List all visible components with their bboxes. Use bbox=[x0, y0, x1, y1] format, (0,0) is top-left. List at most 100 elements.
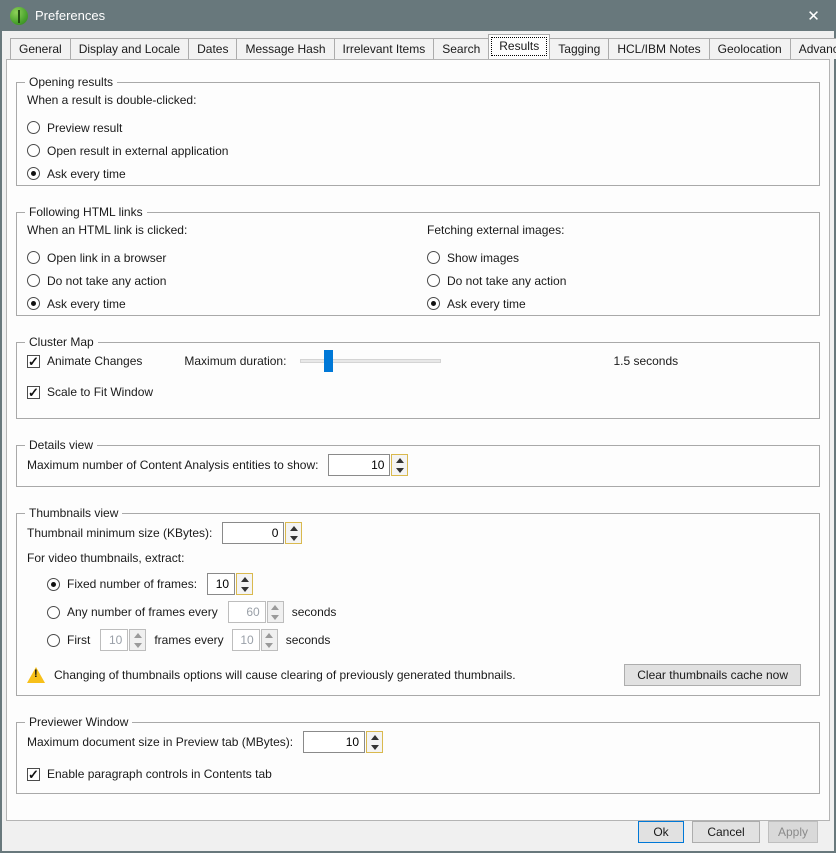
radio-icon[interactable] bbox=[47, 578, 60, 591]
radio-ask-link[interactable]: Ask every time bbox=[27, 292, 427, 315]
radio-icon[interactable] bbox=[47, 606, 60, 619]
spinner-arrows bbox=[129, 629, 146, 651]
radio-icon[interactable] bbox=[427, 297, 440, 310]
radio-label[interactable]: Any number of frames every bbox=[67, 605, 218, 619]
spinner-up-icon[interactable] bbox=[392, 455, 407, 465]
radio-label[interactable]: Show images bbox=[447, 251, 519, 265]
radio-open-external[interactable]: Open result in external application bbox=[27, 139, 809, 162]
animate-changes-label[interactable]: Animate Changes bbox=[47, 354, 142, 368]
window-title: Preferences bbox=[35, 8, 105, 23]
duration-slider[interactable] bbox=[300, 350, 441, 372]
group-details-view: Details view Maximum number of Content A… bbox=[16, 445, 820, 487]
titlebar: Preferences ✕ bbox=[0, 0, 836, 31]
ok-button[interactable]: Ok bbox=[638, 821, 684, 843]
spinner-arrows[interactable] bbox=[236, 573, 253, 595]
spinner-down-icon[interactable] bbox=[237, 584, 252, 594]
tab-advanced[interactable]: Advanced bbox=[790, 38, 836, 59]
tab-dates[interactable]: Dates bbox=[188, 38, 237, 59]
radio-label[interactable]: Fixed number of frames: bbox=[67, 577, 197, 591]
radio-label[interactable]: Open result in external application bbox=[47, 144, 228, 158]
radio-icon[interactable] bbox=[27, 167, 40, 180]
fixed-frames-spinner[interactable]: 10 bbox=[207, 573, 253, 595]
radio-fixed-frames[interactable]: Fixed number of frames: 10 bbox=[47, 573, 809, 595]
radio-open-link-browser[interactable]: Open link in a browser bbox=[27, 246, 427, 269]
animate-changes-checkbox[interactable] bbox=[27, 355, 40, 368]
radio-icon[interactable] bbox=[427, 251, 440, 264]
radio-label[interactable]: First bbox=[67, 633, 90, 647]
slider-thumb[interactable] bbox=[324, 350, 333, 372]
radio-show-images[interactable]: Show images bbox=[427, 246, 809, 269]
entities-spinner[interactable]: 10 bbox=[328, 454, 408, 476]
tab-general[interactable]: General bbox=[10, 38, 71, 59]
radio-icon[interactable] bbox=[427, 274, 440, 287]
tab-geolocation[interactable]: Geolocation bbox=[709, 38, 791, 59]
spinner-value[interactable]: 10 bbox=[328, 454, 390, 476]
radio-icon[interactable] bbox=[27, 251, 40, 264]
radio-icon[interactable] bbox=[27, 297, 40, 310]
radio-icon[interactable] bbox=[27, 121, 40, 134]
spinner-up-icon bbox=[130, 630, 145, 640]
spinner-up-icon[interactable] bbox=[237, 574, 252, 584]
app-logo-icon bbox=[10, 7, 28, 25]
paragraph-controls-row[interactable]: Enable paragraph controls in Contents ta… bbox=[27, 763, 809, 785]
paragraph-controls-checkbox[interactable] bbox=[27, 768, 40, 781]
warning-icon bbox=[27, 667, 45, 683]
spinner-down-icon[interactable] bbox=[286, 533, 301, 543]
tab-irrelevant-items[interactable]: Irrelevant Items bbox=[334, 38, 435, 59]
paragraph-controls-label[interactable]: Enable paragraph controls in Contents ta… bbox=[47, 767, 272, 781]
radio-no-action-images[interactable]: Do not take any action bbox=[427, 269, 809, 292]
spinner-arrows[interactable] bbox=[366, 731, 383, 753]
radio-first-frames[interactable]: First 10 frames every 10 seconds bbox=[47, 629, 809, 651]
radio-label[interactable]: Do not take any action bbox=[447, 274, 566, 288]
min-size-spinner[interactable]: 0 bbox=[222, 522, 302, 544]
slider-track[interactable] bbox=[300, 359, 441, 363]
spinner-value[interactable]: 0 bbox=[222, 522, 284, 544]
apply-button: Apply bbox=[768, 821, 818, 843]
group-title: Previewer Window bbox=[25, 715, 132, 729]
spinner-down-icon bbox=[268, 612, 283, 622]
preview-size-spinner[interactable]: 10 bbox=[303, 731, 383, 753]
radio-icon[interactable] bbox=[27, 144, 40, 157]
spinner-down-icon[interactable] bbox=[367, 742, 382, 752]
radio-label[interactable]: Preview result bbox=[47, 121, 122, 135]
spinner-down-icon[interactable] bbox=[392, 465, 407, 475]
close-icon[interactable]: ✕ bbox=[791, 0, 836, 31]
tab-display-and-locale[interactable]: Display and Locale bbox=[70, 38, 189, 59]
tab-results[interactable]: Results bbox=[488, 34, 550, 59]
radio-any-frames[interactable]: Any number of frames every 60 seconds bbox=[47, 601, 809, 623]
spinner-arrows bbox=[261, 629, 278, 651]
opening-prompt: When a result is double-clicked: bbox=[27, 92, 809, 108]
radio-preview-result[interactable]: Preview result bbox=[27, 116, 809, 139]
radio-ask-images[interactable]: Ask every time bbox=[427, 292, 809, 315]
radio-no-action-link[interactable]: Do not take any action bbox=[27, 269, 427, 292]
radio-label[interactable]: Ask every time bbox=[447, 297, 526, 311]
tab-tagging[interactable]: Tagging bbox=[549, 38, 609, 59]
radio-label[interactable]: Open link in a browser bbox=[47, 251, 166, 265]
tab-search[interactable]: Search bbox=[433, 38, 489, 59]
tab-hcl-ibm-notes[interactable]: HCL/IBM Notes bbox=[608, 38, 709, 59]
spinner-arrows[interactable] bbox=[391, 454, 408, 476]
frames-every-label: frames every bbox=[154, 633, 223, 647]
spinner-value[interactable]: 10 bbox=[207, 573, 235, 595]
spinner-up-icon[interactable] bbox=[367, 732, 382, 742]
group-previewer-window: Previewer Window Maximum document size i… bbox=[16, 722, 820, 794]
group-opening-results: Opening results When a result is double-… bbox=[16, 82, 820, 186]
thumbnails-warning-text: Changing of thumbnails options will caus… bbox=[54, 668, 516, 682]
spinner-arrows[interactable] bbox=[285, 522, 302, 544]
radio-label[interactable]: Ask every time bbox=[47, 297, 126, 311]
scale-to-fit-label[interactable]: Scale to Fit Window bbox=[47, 385, 153, 399]
scale-to-fit-checkbox[interactable] bbox=[27, 386, 40, 399]
group-title: Cluster Map bbox=[25, 335, 98, 349]
radio-ask-every-time[interactable]: Ask every time bbox=[27, 162, 809, 185]
link-clicked-prompt: When an HTML link is clicked: bbox=[27, 222, 427, 238]
tab-message-hash[interactable]: Message Hash bbox=[236, 38, 334, 59]
cancel-button[interactable]: Cancel bbox=[692, 821, 760, 843]
radio-label[interactable]: Ask every time bbox=[47, 167, 126, 181]
radio-label[interactable]: Do not take any action bbox=[47, 274, 166, 288]
group-cluster-map: Cluster Map Animate Changes Maximum dura… bbox=[16, 342, 820, 419]
radio-icon[interactable] bbox=[27, 274, 40, 287]
spinner-up-icon[interactable] bbox=[286, 523, 301, 533]
radio-icon[interactable] bbox=[47, 634, 60, 647]
spinner-value[interactable]: 10 bbox=[303, 731, 365, 753]
clear-thumbnails-cache-button[interactable]: Clear thumbnails cache now bbox=[624, 664, 801, 686]
